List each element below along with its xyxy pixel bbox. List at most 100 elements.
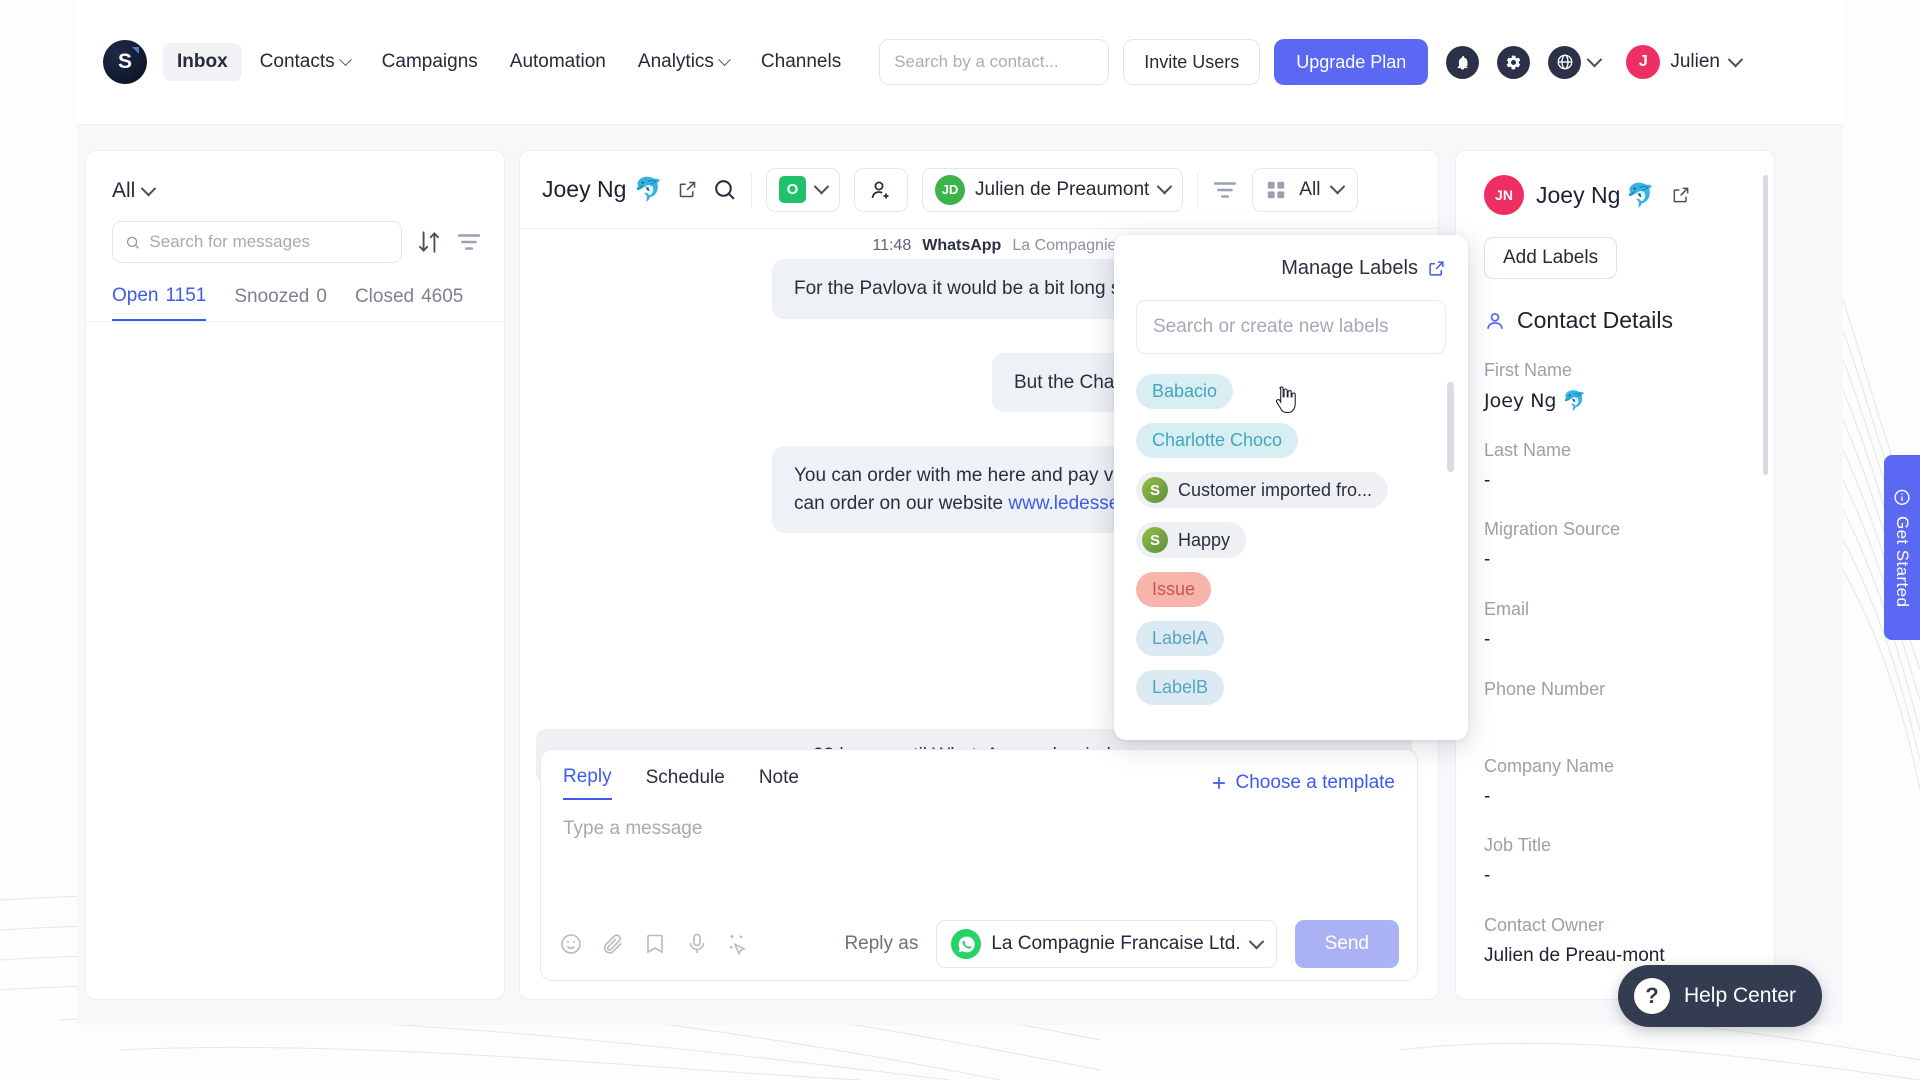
label-item-labelb[interactable]: LabelB — [1136, 670, 1224, 705]
tab-count: 1151 — [165, 285, 206, 306]
assignee-avatar: JD — [935, 175, 965, 205]
tab-label: Closed — [355, 286, 414, 307]
field-value — [1484, 708, 1684, 730]
dolphin-emoji: 🐬 — [1626, 182, 1655, 209]
divider — [86, 321, 504, 322]
label-item-issue[interactable]: Issue — [1136, 572, 1211, 607]
label-name: Customer imported fro... — [1178, 480, 1372, 501]
avatar-initial: J — [1639, 53, 1648, 71]
nav-item-automation[interactable]: Automation — [496, 43, 620, 81]
contact-field: Last Name - — [1484, 440, 1774, 494]
help-center-button[interactable]: ? Help Center — [1618, 965, 1822, 1027]
contact-search-input[interactable] — [879, 39, 1109, 85]
chevron-down-icon — [1587, 51, 1603, 67]
nav-item-channels[interactable]: Channels — [747, 43, 855, 81]
add-participant-button[interactable] — [854, 168, 908, 212]
view-mode-dropdown[interactable]: All — [1252, 168, 1358, 212]
conversation-contact-name: Joey Ng 🐬 — [542, 176, 663, 203]
filter-icon[interactable] — [456, 229, 482, 255]
manage-labels-label: Manage Labels — [1281, 257, 1418, 280]
conversation-filter-dropdown[interactable]: All — [86, 151, 154, 203]
message-search-box[interactable] — [112, 221, 402, 263]
tab-note[interactable]: Note — [759, 767, 799, 799]
label-item-happy[interactable]: S Happy — [1136, 522, 1246, 558]
open-external-icon — [1427, 259, 1446, 278]
sort-icon[interactable] — [416, 229, 442, 255]
tab-count: 0 — [316, 286, 327, 307]
composer-toolbar: Reply as La Compagnie Francaise Ltd. Sen… — [541, 908, 1417, 980]
tab-open[interactable]: Open1151 — [112, 285, 206, 321]
field-label: Migration Source — [1484, 519, 1774, 540]
get-started-tab[interactable]: Get Started — [1884, 455, 1920, 640]
shopify-icon: S — [1142, 477, 1168, 503]
contact-details-panel: JN Joey Ng 🐬 Add Labels Contact Details … — [1455, 150, 1775, 1000]
label-name: LabelB — [1152, 677, 1208, 698]
manage-labels-link[interactable]: Manage Labels — [1136, 257, 1446, 280]
open-external-icon[interactable] — [1671, 185, 1691, 205]
labels-scrollbar[interactable] — [1447, 382, 1454, 472]
label-item-babacio[interactable]: Babacio — [1136, 374, 1233, 409]
nav-item-label: Analytics — [638, 51, 714, 73]
search-icon[interactable] — [712, 177, 737, 202]
composer-tabs: Reply Schedule Note Choose a template — [541, 750, 1417, 800]
tab-snoozed[interactable]: Snoozed 0 — [234, 286, 327, 320]
thread-filter-icon[interactable] — [1212, 177, 1238, 203]
contact-name: Joey Ng 🐬 — [1536, 182, 1655, 209]
contact-name-text: Joey Ng — [1536, 182, 1620, 209]
message-input[interactable]: Type a message — [541, 800, 1417, 840]
label-search-input[interactable] — [1136, 300, 1446, 354]
tab-reply[interactable]: Reply — [563, 766, 612, 800]
tab-label: Snoozed — [234, 286, 309, 307]
field-value: - — [1484, 785, 1684, 810]
message-line-2-text: can order on our website — [794, 493, 1008, 514]
message-search-input[interactable] — [149, 232, 389, 252]
label-item-charlotte-choco[interactable]: Charlotte Choco — [1136, 423, 1298, 458]
conversation-header: Joey Ng 🐬 O — [520, 151, 1438, 229]
conversation-status-dropdown[interactable]: O — [766, 168, 840, 212]
choose-template-button[interactable]: Choose a template — [1210, 772, 1396, 794]
avatar: J — [1626, 45, 1660, 79]
nav-item-campaigns[interactable]: Campaigns — [368, 43, 492, 81]
tab-closed[interactable]: Closed4605 — [355, 286, 463, 320]
conversation-list-panel: All — [85, 150, 505, 1000]
open-external-icon[interactable] — [677, 179, 698, 200]
label-item-customer-imported[interactable]: S Customer imported fro... — [1136, 472, 1388, 508]
attachment-icon[interactable] — [601, 932, 625, 956]
microphone-icon[interactable] — [685, 932, 709, 956]
brand-logo-icon[interactable]: S — [103, 40, 147, 84]
send-button[interactable]: Send — [1295, 920, 1399, 968]
label-item-labela[interactable]: LabelA — [1136, 621, 1224, 656]
assignee-dropdown[interactable]: JD Julien de Preaumont — [922, 168, 1183, 212]
user-name-label: Julien — [1670, 51, 1720, 73]
settings-gear-icon[interactable] — [1497, 46, 1530, 79]
add-labels-button[interactable]: Add Labels — [1484, 237, 1617, 279]
tab-schedule[interactable]: Schedule — [646, 767, 725, 799]
nav-item-contacts[interactable]: Contacts — [246, 43, 364, 81]
contact-field: Migration Source - — [1484, 519, 1774, 573]
reply-channel-dropdown[interactable]: La Compagnie Francaise Ltd. — [936, 920, 1276, 968]
whatsapp-icon — [951, 929, 981, 959]
chevron-down-icon — [814, 179, 830, 195]
bookmark-icon[interactable] — [643, 932, 667, 956]
chevron-down-icon — [1157, 179, 1173, 195]
notification-bell-icon[interactable] — [1446, 46, 1479, 79]
upgrade-plan-button[interactable]: Upgrade Plan — [1274, 39, 1428, 85]
invite-users-button[interactable]: Invite Users — [1123, 39, 1260, 85]
info-icon — [1893, 488, 1911, 506]
divider — [751, 172, 752, 208]
emoji-icon[interactable] — [559, 932, 583, 956]
nav-item-label: Automation — [510, 51, 606, 73]
labels-list: Babacio Charlotte Choco S Customer impor… — [1136, 374, 1446, 705]
contact-panel-scrollbar[interactable] — [1763, 175, 1768, 475]
nav-item-inbox[interactable]: Inbox — [163, 43, 242, 81]
reply-channel-name: La Compagnie Francaise Ltd. — [991, 933, 1240, 955]
chevron-down-icon — [1330, 179, 1346, 195]
user-menu[interactable]: J Julien — [1626, 45, 1741, 79]
language-selector[interactable] — [1548, 46, 1600, 79]
ai-assist-icon[interactable] — [727, 932, 751, 956]
contact-field: Email - — [1484, 599, 1774, 653]
view-mode-label: All — [1299, 179, 1320, 201]
contact-avatar: JN — [1484, 175, 1524, 215]
search-icon — [125, 234, 140, 251]
nav-item-analytics[interactable]: Analytics — [624, 43, 743, 81]
